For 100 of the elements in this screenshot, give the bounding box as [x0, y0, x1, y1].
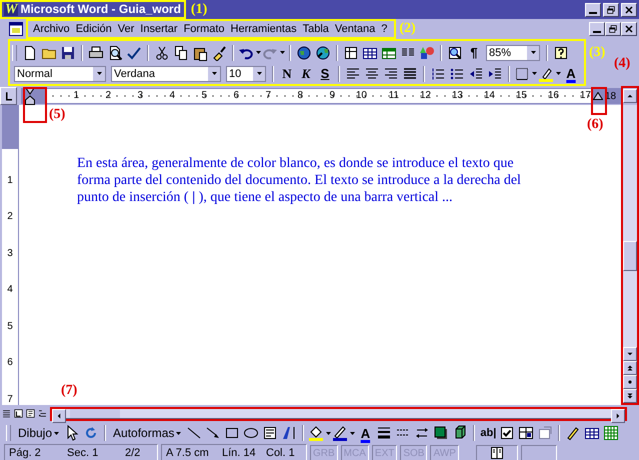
web-toolbar-icon — [315, 44, 331, 60]
bold-button[interactable]: N — [278, 64, 296, 84]
ruler-number: 15 — [514, 89, 527, 103]
status-panel — [520, 445, 557, 460]
ruler-number: 5 — [200, 89, 207, 103]
spelling-check-icon — [126, 44, 142, 60]
line-icon — [186, 425, 202, 441]
ruler-number: 6 — [7, 356, 13, 368]
scroll-up-button[interactable] — [623, 89, 637, 103]
combo-box-icon — [518, 425, 534, 441]
restore-button[interactable] — [603, 2, 619, 16]
caret-icon — [212, 72, 216, 75]
scroll-down-button[interactable] — [623, 347, 637, 361]
ruler-number: 10 — [354, 89, 367, 103]
align-center-icon — [364, 66, 380, 82]
shapes-icon — [419, 44, 435, 60]
draw-menu-button[interactable]: Dibujo — [15, 423, 62, 443]
right-indent-marker-icon[interactable] — [593, 92, 603, 100]
zoom-dropdown[interactable]: 85% — [486, 44, 540, 60]
caret-icon — [280, 51, 285, 54]
next-page-button[interactable] — [623, 389, 637, 403]
caret-icon — [176, 432, 182, 434]
caret-icon — [532, 72, 537, 75]
lines-icon — [0, 408, 12, 419]
paint-bucket-icon — [308, 425, 324, 441]
grid-button[interactable] — [602, 423, 620, 443]
scroll-right-button[interactable] — [611, 408, 625, 422]
scroll-left-button[interactable] — [52, 408, 66, 422]
web-view-button[interactable] — [12, 406, 24, 420]
table-icon — [584, 425, 600, 441]
caret-icon — [256, 51, 261, 54]
ruler-number: 3 — [7, 246, 13, 259]
minimize-button[interactable] — [585, 2, 601, 16]
page-icon — [24, 408, 36, 419]
scroll-thumb[interactable] — [70, 408, 120, 418]
indent-marker-icon[interactable] — [25, 87, 35, 105]
size-dropdown[interactable]: 10 — [226, 66, 266, 82]
grid-icon — [603, 425, 620, 441]
globe-icon — [296, 44, 312, 60]
double-arrow-up-icon — [625, 363, 635, 373]
menu-item[interactable]: Ventana — [332, 22, 378, 36]
window-title: Microsoft Word - Guia_word — [20, 3, 181, 16]
double-arrow-down-icon — [625, 391, 635, 401]
font-color-button[interactable]: A — [356, 423, 374, 443]
ruler-number: 11 — [388, 89, 399, 103]
document-icon — [8, 21, 24, 37]
printer-icon — [88, 44, 104, 60]
minimize-button[interactable] — [589, 22, 605, 36]
italic-button[interactable]: K — [297, 64, 315, 84]
line-indicator: Lín. 14 — [221, 447, 257, 459]
scroll-thumb[interactable] — [623, 241, 637, 271]
text-field-button[interactable]: ab| — [479, 423, 498, 443]
print-preview-icon — [107, 44, 123, 60]
close-button[interactable] — [621, 2, 637, 16]
copy-icon — [173, 44, 189, 60]
tab-selector-button[interactable] — [0, 87, 17, 105]
menu-item[interactable]: Formato — [180, 22, 228, 36]
print-view-button[interactable] — [24, 406, 36, 420]
ruler-number: 7 — [7, 393, 13, 406]
document-paragraph: En esta área, generalmente de color blanco, es donde se introduce el texto que forma parte del contenido del documento. El texto se introduce a la derecha del punto de inserción ( | ), que tiene el aspecto de una barra vertical ... — [77, 155, 522, 206]
menu-item[interactable]: Herramientas — [228, 22, 300, 36]
shadow-icon — [433, 425, 450, 441]
menu-item[interactable]: Archivo — [30, 22, 73, 36]
decrease-indent-icon — [468, 66, 484, 82]
position-indicator: A 7.5 cm — [165, 447, 210, 459]
style-dropdown[interactable]: Normal — [14, 66, 106, 82]
checkbox-icon — [499, 425, 516, 441]
annotation-label: (2) — [399, 21, 416, 37]
minimize-icon — [589, 12, 597, 14]
ruler-number: 12 — [418, 89, 431, 103]
restore-icon — [607, 23, 619, 35]
ruler-number: 16 — [546, 89, 559, 103]
autoshapes-menu-button[interactable]: Autoformas — [110, 423, 184, 443]
browse-object-button[interactable] — [623, 375, 637, 389]
menu-item[interactable]: Edición — [72, 22, 115, 36]
column-indicator: Col. 1 — [265, 447, 296, 459]
arrow-icon — [205, 425, 222, 441]
page-count: 2/2 — [124, 447, 142, 459]
menu-item[interactable]: ? — [378, 22, 390, 36]
previous-page-button[interactable] — [623, 361, 637, 375]
ruler-number: 6 — [232, 89, 239, 103]
ruler-number: 8 — [296, 89, 303, 103]
ruler-number: 13 — [450, 89, 463, 103]
menu-item[interactable]: Tabla — [300, 22, 332, 36]
text-box-icon — [262, 425, 278, 441]
document-map-icon — [447, 44, 463, 60]
ruler-number: 5 — [7, 320, 13, 332]
close-button[interactable] — [621, 22, 637, 36]
paragraph-mark-button[interactable]: ¶ — [465, 42, 483, 62]
underline-button[interactable]: S — [316, 64, 334, 84]
font-dropdown[interactable]: Verdana — [111, 66, 221, 82]
line-style-icon — [376, 425, 392, 441]
annotation-label: (5) — [49, 107, 66, 123]
align-right-icon — [383, 66, 399, 82]
menu-item[interactable]: Ver — [114, 22, 138, 36]
increase-indent-icon — [487, 66, 503, 82]
font-color-button[interactable]: A — [562, 64, 580, 84]
align-left-icon — [345, 66, 361, 82]
restore-button[interactable] — [605, 22, 621, 36]
menu-item[interactable]: Insertar — [137, 22, 181, 36]
